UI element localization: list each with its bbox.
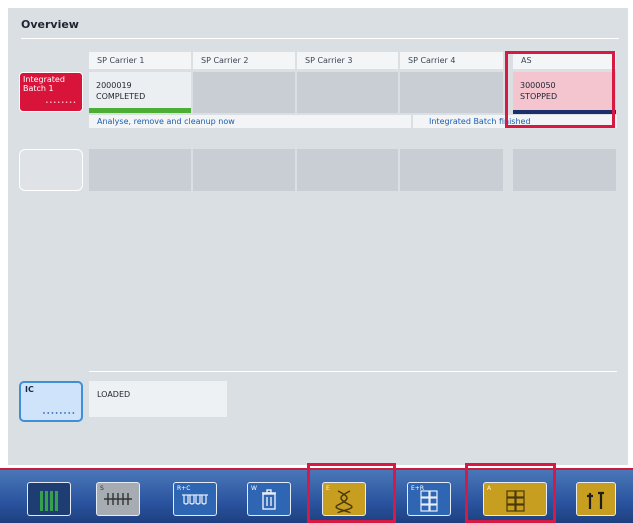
sp-carrier-1-id: 2000019 <box>96 81 132 90</box>
column-header-sp-carrier-2: SP Carrier 2 <box>193 52 295 69</box>
batch-button-label: Integrated Batch 1 <box>23 75 65 93</box>
toolbar-button-waste[interactable]: W <box>247 482 291 516</box>
app-screen: Overview SP Carrier 1 SP Carrier 2 SP Ca… <box>0 0 633 523</box>
header-divider <box>21 38 619 39</box>
toolbar-button-reagent-cartridge[interactable]: R+C <box>173 482 217 516</box>
toolbar-button-overview[interactable] <box>27 482 71 516</box>
ic-button[interactable]: IC •••••••• <box>19 381 83 422</box>
empty-cell-3 <box>297 149 398 191</box>
sample-rack-icon <box>97 489 139 515</box>
ic-divider <box>89 371 617 372</box>
column-header-sp-carrier-1: SP Carrier 1 <box>89 52 191 69</box>
ic-button-label: IC <box>25 385 34 394</box>
ic-status-text: LOADED <box>97 390 131 399</box>
ic-status-cell: LOADED <box>89 381 227 417</box>
empty-cell-4 <box>400 149 503 191</box>
empty-batch-button[interactable] <box>19 149 83 191</box>
sp-carrier-1-status: COMPLETED <box>96 92 146 101</box>
column-header-sp-carrier-3: SP Carrier 3 <box>297 52 398 69</box>
assay-highlight-box <box>465 463 556 523</box>
eluate-highlight-box <box>307 463 396 523</box>
integrated-batch-1-button[interactable]: Integrated Batch 1 •••••••• <box>19 72 83 112</box>
empty-cell-5 <box>513 149 616 191</box>
sp-carrier-1-progress-bar <box>89 108 191 113</box>
sp-carrier-1-cell[interactable]: 2000019 COMPLETED <box>89 72 191 108</box>
toolbar-button-tools[interactable] <box>576 482 616 516</box>
as-highlight-box <box>505 51 615 128</box>
batch-instruction-text: Analyse, remove and cleanup now <box>89 115 411 128</box>
tube-rack-icon <box>28 489 70 515</box>
column-header-sp-carrier-4: SP Carrier 4 <box>400 52 503 69</box>
empty-cell-2 <box>193 149 295 191</box>
ic-button-dots: •••••••• <box>42 411 76 417</box>
waste-bin-icon <box>248 489 290 515</box>
eluate-reagent-icon <box>408 489 450 515</box>
sp-carrier-4-cell[interactable] <box>400 72 503 113</box>
page-title: Overview <box>21 18 79 31</box>
toolbar-button-eluate-reagent[interactable]: E+R <box>407 482 451 516</box>
tools-icon <box>577 489 615 515</box>
empty-cell-1 <box>89 149 191 191</box>
toolbar-button-sample[interactable]: S <box>96 482 140 516</box>
sp-carrier-3-cell[interactable] <box>297 72 398 113</box>
reagent-cartridge-icon <box>174 489 216 515</box>
batch-button-dots: •••••••• <box>45 100 77 106</box>
sp-carrier-2-cell[interactable] <box>193 72 295 113</box>
